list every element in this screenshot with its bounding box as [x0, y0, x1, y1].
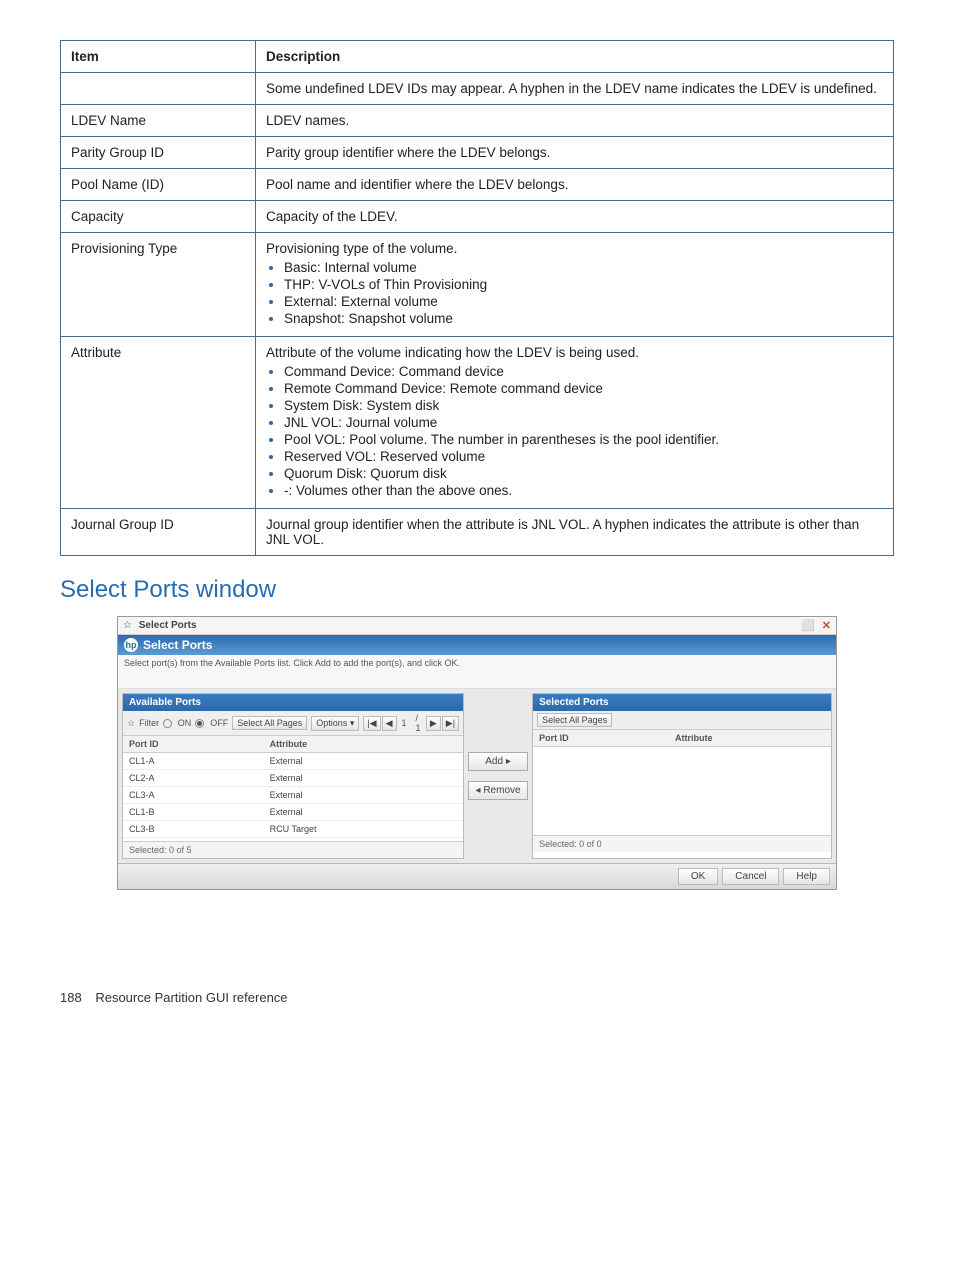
- dialog-header-title: Select Ports: [143, 638, 212, 652]
- desc-cell: Provisioning type of the volume.Basic: I…: [256, 233, 894, 337]
- sel-col-port-id[interactable]: Port ID: [533, 730, 669, 747]
- selected-footer: Selected: 0 of 0: [533, 835, 831, 852]
- maximize-icon[interactable]: ⬜: [801, 620, 815, 632]
- col-port-id[interactable]: Port ID: [123, 736, 264, 753]
- page-total: / 1: [412, 713, 425, 733]
- list-item: External: External volume: [284, 294, 883, 309]
- desc-cell: Some undefined LDEV IDs may appear. A hy…: [256, 73, 894, 105]
- available-footer: Selected: 0 of 5: [123, 841, 463, 858]
- add-button[interactable]: Add ▸: [468, 752, 528, 771]
- available-ports-grid[interactable]: Port ID Attribute CL1-AExternalCL2-AExte…: [123, 736, 463, 838]
- desc-cell: Capacity of the LDEV.: [256, 201, 894, 233]
- table-row[interactable]: CL3-AExternal: [123, 787, 463, 804]
- available-ports-heading: Available Ports: [123, 694, 463, 711]
- filter-label: Filter: [139, 718, 159, 728]
- options-button[interactable]: Options ▾: [311, 716, 359, 731]
- list-item: Reserved VOL: Reserved volume: [284, 449, 883, 464]
- table-row: Provisioning TypeProvisioning type of th…: [61, 233, 894, 337]
- filter-on-radio[interactable]: [163, 719, 172, 728]
- sel-col-attribute[interactable]: Attribute: [669, 730, 831, 747]
- dialog-instruction: Select port(s) from the Available Ports …: [118, 655, 836, 689]
- table-row: Parity Group IDParity group identifier w…: [61, 137, 894, 169]
- list-item: System Disk: System disk: [284, 398, 883, 413]
- list-item: JNL VOL: Journal volume: [284, 415, 883, 430]
- item-cell: [61, 73, 256, 105]
- table-row: AttributeAttribute of the volume indicat…: [61, 337, 894, 509]
- remove-button[interactable]: ◂ Remove: [468, 781, 528, 800]
- page-footer: 188 Resource Partition GUI reference: [60, 930, 894, 1005]
- table-row[interactable]: CL3-BRCU Target: [123, 821, 463, 838]
- list-item: Command Device: Command device: [284, 364, 883, 379]
- hp-logo-icon: hp: [124, 638, 138, 652]
- help-button[interactable]: Help: [783, 868, 830, 885]
- selected-ports-heading: Selected Ports: [533, 694, 831, 711]
- items-description-table: Item Description Some undefined LDEV IDs…: [60, 40, 894, 556]
- desc-cell: Parity group identifier where the LDEV b…: [256, 137, 894, 169]
- table-row[interactable]: CL2-AExternal: [123, 770, 463, 787]
- dialog-footer: OK Cancel Help: [118, 863, 836, 889]
- dialog-header: hp Select Ports: [118, 635, 836, 655]
- th-desc: Description: [256, 41, 894, 73]
- desc-cell: Journal group identifier when the attrib…: [256, 509, 894, 556]
- filter-toggle-icon[interactable]: ☆: [127, 718, 135, 729]
- cancel-button[interactable]: Cancel: [722, 868, 779, 885]
- available-toolbar: ☆ Filter ON OFF Select All Pages Options…: [123, 711, 463, 736]
- item-cell: Pool Name (ID): [61, 169, 256, 201]
- item-cell: LDEV Name: [61, 105, 256, 137]
- list-item: -: Volumes other than the above ones.: [284, 483, 883, 498]
- th-item: Item: [61, 41, 256, 73]
- section-heading: Select Ports window: [60, 576, 894, 604]
- selected-select-all-button[interactable]: Select All Pages: [537, 713, 612, 727]
- desc-cell: LDEV names.: [256, 105, 894, 137]
- page-footer-text: Resource Partition GUI reference: [95, 990, 287, 1005]
- ok-button[interactable]: OK: [678, 868, 718, 885]
- list-item: Pool VOL: Pool volume. The number in par…: [284, 432, 883, 447]
- item-cell: Journal Group ID: [61, 509, 256, 556]
- select-all-pages-button[interactable]: Select All Pages: [232, 716, 307, 730]
- window-titlebar: ☆ Select Ports ⬜ ✕: [118, 617, 836, 635]
- table-row: Journal Group IDJournal group identifier…: [61, 509, 894, 556]
- table-row[interactable]: CL1-BExternal: [123, 804, 463, 821]
- item-cell: Parity Group ID: [61, 137, 256, 169]
- table-row[interactable]: CL1-AExternal: [123, 753, 463, 770]
- desc-cell: Pool name and identifier where the LDEV …: [256, 169, 894, 201]
- page-first-button[interactable]: |◀: [363, 716, 380, 731]
- list-item: THP: V-VOLs of Thin Provisioning: [284, 277, 883, 292]
- page-current: 1: [398, 718, 411, 728]
- col-attribute[interactable]: Attribute: [264, 736, 463, 753]
- available-ports-panel: Available Ports ☆ Filter ON OFF Select A…: [122, 693, 464, 859]
- page-number: 188: [60, 990, 82, 1005]
- transfer-buttons: Add ▸ ◂ Remove: [468, 693, 528, 859]
- window-title-text: Select Ports: [139, 620, 197, 631]
- item-cell: Attribute: [61, 337, 256, 509]
- filter-off-radio[interactable]: [195, 719, 204, 728]
- table-row: LDEV NameLDEV names.: [61, 105, 894, 137]
- table-row: Some undefined LDEV IDs may appear. A hy…: [61, 73, 894, 105]
- list-item: Remote Command Device: Remote command de…: [284, 381, 883, 396]
- list-item: Basic: Internal volume: [284, 260, 883, 275]
- page-last-button[interactable]: ▶|: [442, 716, 459, 731]
- item-cell: Provisioning Type: [61, 233, 256, 337]
- page-next-button[interactable]: ▶: [426, 716, 441, 731]
- list-item: Quorum Disk: Quorum disk: [284, 466, 883, 481]
- list-item: Snapshot: Snapshot volume: [284, 311, 883, 326]
- close-icon[interactable]: ✕: [822, 620, 831, 632]
- table-row: CapacityCapacity of the LDEV.: [61, 201, 894, 233]
- page-prev-button[interactable]: ◀: [382, 716, 397, 731]
- selected-ports-panel: Selected Ports Select All Pages Port ID …: [532, 693, 832, 859]
- collapse-icon[interactable]: ☆: [123, 620, 132, 631]
- desc-cell: Attribute of the volume indicating how t…: [256, 337, 894, 509]
- pager: |◀ ◀ 1 / 1 ▶ ▶|: [363, 713, 459, 733]
- selected-ports-grid[interactable]: Port ID Attribute: [533, 730, 831, 747]
- table-row: Pool Name (ID)Pool name and identifier w…: [61, 169, 894, 201]
- select-ports-screenshot: ☆ Select Ports ⬜ ✕ hp Select Ports Selec…: [117, 616, 837, 890]
- item-cell: Capacity: [61, 201, 256, 233]
- selected-toolbar: Select All Pages: [533, 711, 831, 730]
